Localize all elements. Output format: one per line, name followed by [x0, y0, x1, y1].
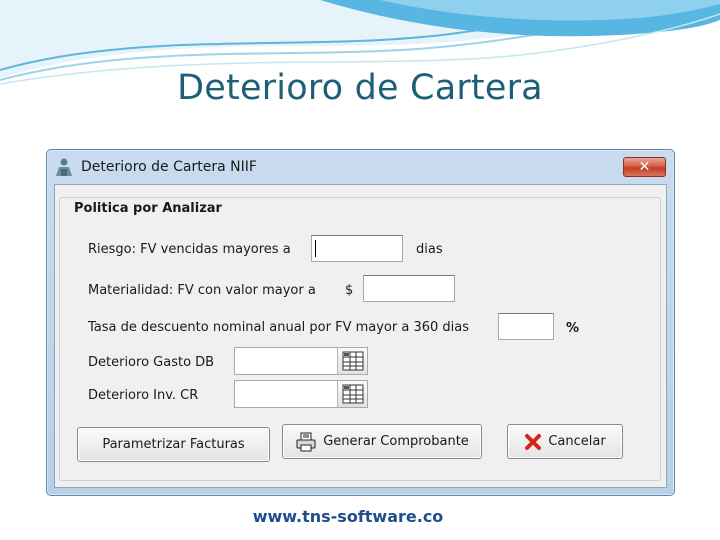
dialog-window: Deterioro de Cartera NIIF ✕ Politica por… [46, 149, 675, 496]
tasa-rate-input[interactable] [498, 313, 554, 340]
inv-cr-lookup-button[interactable] [337, 381, 367, 407]
close-x-icon: ✕ [638, 159, 651, 175]
generar-label: Generar Comprobante [323, 434, 469, 449]
cancelar-button[interactable]: Cancelar [507, 424, 623, 459]
close-button[interactable]: ✕ [623, 157, 666, 177]
inv-cr-label: Deterioro Inv. CR [88, 388, 199, 403]
window-titlebar[interactable]: Deterioro de Cartera NIIF ✕ [47, 150, 674, 184]
gasto-db-lookup-button[interactable] [337, 348, 367, 374]
table-lookup-icon [342, 384, 363, 404]
text-caret [315, 240, 316, 257]
materialidad-label: Materialidad: FV con valor mayor a [88, 283, 316, 298]
tasa-unit: % [566, 321, 580, 336]
materialidad-currency: $ [345, 283, 354, 298]
printer-icon [295, 432, 317, 452]
table-lookup-icon [342, 351, 363, 371]
window-title: Deterioro de Cartera NIIF [81, 159, 257, 175]
parametrizar-label: Parametrizar Facturas [102, 437, 245, 452]
riesgo-label: Riesgo: FV vencidas mayores a [88, 242, 291, 257]
app-icon [56, 158, 72, 176]
materialidad-amount-input[interactable] [363, 275, 455, 302]
tasa-label: Tasa de descuento nominal anual por FV m… [88, 320, 469, 335]
footer-url: www.tns-software.co [252, 507, 444, 526]
inv-cr-account-field[interactable] [234, 380, 368, 408]
generar-comprobante-button[interactable]: Generar Comprobante [282, 424, 482, 459]
cancelar-label: Cancelar [548, 434, 606, 449]
dialog-client-area: Politica por Analizar Riesgo: FV vencida… [54, 184, 667, 488]
riesgo-days-input[interactable] [311, 235, 403, 262]
group-title: Politica por Analizar [70, 201, 226, 216]
parametrizar-facturas-button[interactable]: Parametrizar Facturas [77, 427, 270, 462]
cancel-x-icon [524, 433, 542, 451]
riesgo-unit: dias [416, 242, 443, 257]
gasto-db-account-field[interactable] [234, 347, 368, 375]
gasto-db-label: Deterioro Gasto DB [88, 355, 215, 370]
slide-title: Deterioro de Cartera [177, 68, 543, 108]
